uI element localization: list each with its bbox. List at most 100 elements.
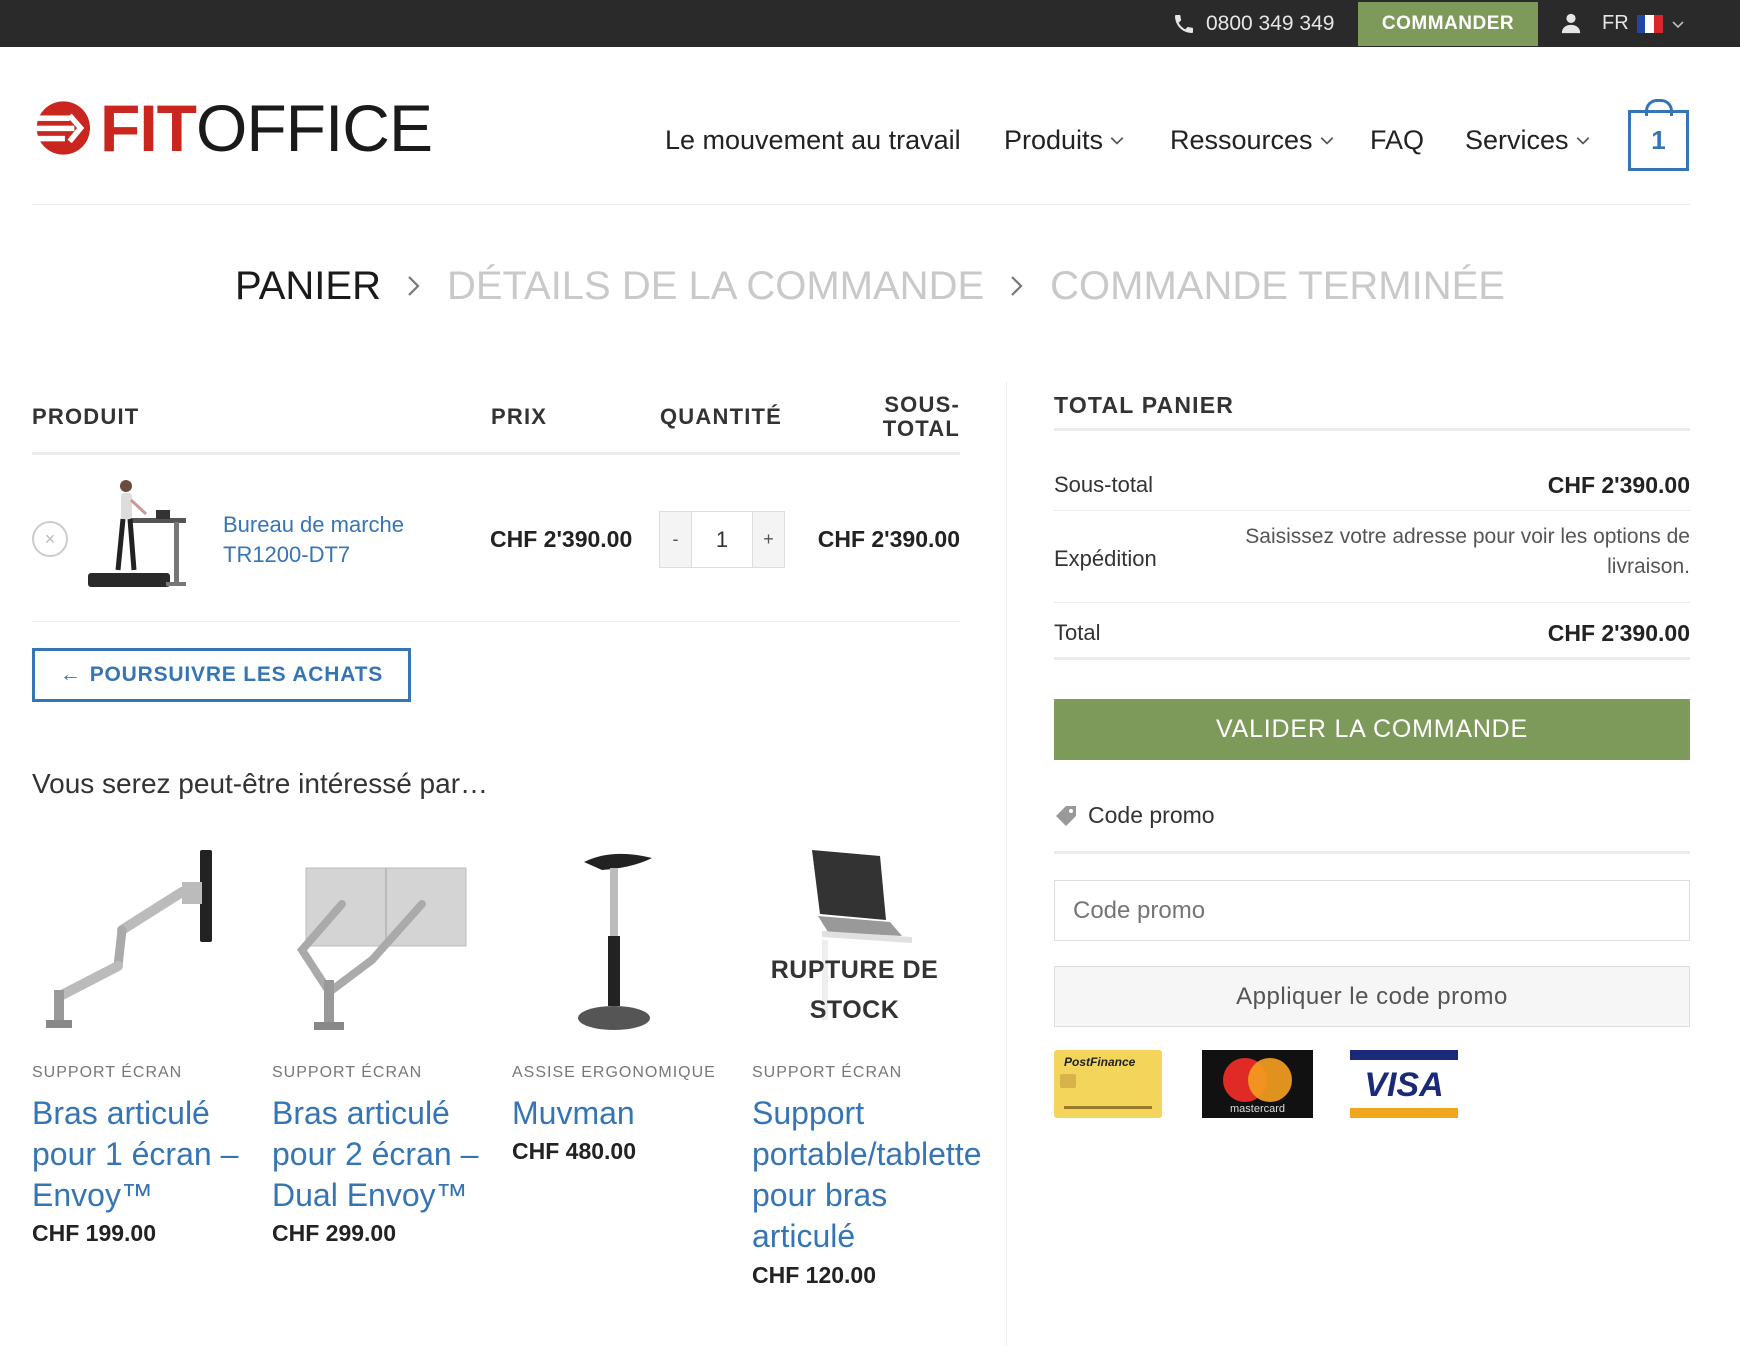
remove-icon: × xyxy=(44,528,56,549)
product-image-monitor-arm-single[interactable] xyxy=(32,840,232,1040)
phone-icon xyxy=(1175,14,1193,33)
chevron-down-icon xyxy=(1110,137,1124,145)
mastercard-label: mastercard xyxy=(1230,1103,1285,1115)
related-product-title-link[interactable]: Bras articulé pour 2 écran – Dual Envoy™ xyxy=(272,1093,478,1216)
col-header-subtotal: SOUS- TOTAL xyxy=(883,393,960,441)
nav-item-products[interactable]: Produits xyxy=(1004,118,1125,162)
chevron-down-icon xyxy=(1576,137,1589,145)
quantity-increase-button[interactable]: + xyxy=(753,512,784,567)
remove-item-button[interactable]: × xyxy=(32,521,68,557)
main-nav: Le mouvement au travail Produits Ressour… xyxy=(0,118,1740,162)
nav-item-label: Services xyxy=(1465,124,1569,155)
totals-row-divider xyxy=(1054,602,1690,603)
related-product-category: SUPPORT ÉCRAN xyxy=(272,1064,423,1081)
chevron-down-icon xyxy=(1320,137,1333,145)
france-flag-icon xyxy=(1636,14,1663,33)
order-button[interactable]: COMMANDER xyxy=(1358,2,1538,46)
language-switcher[interactable]: FR xyxy=(1602,0,1685,47)
product-image-monitor-arm-dual[interactable] xyxy=(272,840,472,1040)
related-product-price: CHF 299.00 xyxy=(272,1220,397,1246)
arrow-left-icon: ← xyxy=(59,663,82,686)
totals-header-divider xyxy=(1054,428,1690,431)
column-divider xyxy=(1006,382,1007,1346)
nav-item-services[interactable]: Services xyxy=(1465,118,1591,162)
promo-divider xyxy=(1054,851,1690,854)
mastercard-icon: mastercard xyxy=(1202,1050,1313,1118)
nav-item-resources[interactable]: Ressources xyxy=(1170,118,1335,162)
table-header-divider xyxy=(32,452,960,455)
quantity-stepper: - 1 + xyxy=(659,511,785,568)
product-thumbnail-walking-desk[interactable] xyxy=(88,478,188,593)
product-image-muvman-stool[interactable] xyxy=(512,840,712,1040)
nav-item-label: Ressources xyxy=(1170,124,1313,155)
cart-item-price: CHF 2'390.00 xyxy=(490,526,633,552)
related-product-title-line: Dual Envoy™ xyxy=(272,1177,468,1213)
related-product-title-line: articulé xyxy=(752,1218,856,1254)
related-product-category: ASSISE ERGONOMIQUE xyxy=(512,1064,716,1081)
phone-number: 0800 349 349 xyxy=(1206,11,1335,35)
col-header-subtotal-line1: SOUS- xyxy=(884,392,960,417)
promo-code-input[interactable] xyxy=(1054,880,1690,941)
related-product-title-line: pour 1 écran – xyxy=(32,1136,239,1172)
related-product-price: CHF 120.00 xyxy=(752,1262,877,1288)
visa-label: VISA xyxy=(1364,1066,1443,1104)
user-icon[interactable] xyxy=(1560,12,1582,34)
promo-code-heading: Code promo xyxy=(1054,802,1215,829)
totals-footer-divider xyxy=(1054,657,1690,660)
related-product-title-line: Support xyxy=(752,1095,865,1131)
out-of-stock-line1: RUPTURE DE xyxy=(770,956,939,984)
step-order-details[interactable]: DÉTAILS DE LA COMMANDE xyxy=(447,264,984,309)
chevron-right-icon xyxy=(1011,276,1023,296)
promo-code-heading-label: Code promo xyxy=(1088,802,1215,828)
step-cart[interactable]: PANIER xyxy=(235,264,381,309)
related-product-title-line: pour 2 écran – xyxy=(272,1136,479,1172)
col-header-price: PRIX xyxy=(491,404,548,429)
cart-item-name-link[interactable]: Bureau de marche TR1200-DT7 xyxy=(223,510,443,570)
related-product-title-line: Muvman xyxy=(512,1095,635,1131)
col-header-product: PRODUIT xyxy=(32,404,140,429)
related-product-3 xyxy=(512,840,732,1045)
phone-link[interactable]: 0800 349 349 xyxy=(1172,0,1334,47)
quantity-input[interactable]: 1 xyxy=(691,512,753,567)
related-product-1 xyxy=(32,840,252,1045)
cart-button[interactable]: 1 xyxy=(1628,110,1689,171)
checkout-steps: PANIER DÉTAILS DE LA COMMANDE COMMANDE T… xyxy=(0,258,1740,314)
cart-count: 1 xyxy=(1651,125,1666,155)
related-product-title-line: Bras articulé xyxy=(32,1095,210,1131)
continue-shopping-label: POURSUIVRE LES ACHATS xyxy=(89,663,384,686)
continue-shopping-button[interactable]: ← POURSUIVRE LES ACHATS xyxy=(32,648,411,702)
totals-row-divider xyxy=(1054,510,1690,511)
related-product-title-link[interactable]: Bras articulé pour 1 écran – Envoy™ xyxy=(32,1093,238,1216)
nav-item-movement[interactable]: Le mouvement au travail xyxy=(665,118,961,162)
total-label: Total xyxy=(1054,620,1101,645)
related-product-price: CHF 480.00 xyxy=(512,1138,637,1164)
cart-item-name-line1: Bureau de marche xyxy=(223,512,404,537)
out-of-stock-badge: RUPTURE DE STOCK xyxy=(762,950,947,1030)
chevron-down-icon xyxy=(1672,20,1684,28)
postfinance-label: PostFinance xyxy=(1064,1055,1136,1069)
related-product-title-line: pour bras xyxy=(752,1177,888,1213)
checkout-button[interactable]: VALIDER LA COMMANDE xyxy=(1054,699,1690,760)
related-product-category: SUPPORT ÉCRAN xyxy=(752,1064,903,1081)
related-product-title-link[interactable]: Support portable/tablette pour bras articul… xyxy=(752,1093,982,1257)
nav-item-faq[interactable]: FAQ xyxy=(1370,118,1424,162)
out-of-stock-line2: STOCK xyxy=(809,996,900,1024)
cart-item-name-line2: TR1200-DT7 xyxy=(223,542,351,567)
table-row-divider xyxy=(32,621,960,622)
subtotal-value: CHF 2'390.00 xyxy=(1547,472,1690,498)
related-product-price: CHF 199.00 xyxy=(32,1220,157,1246)
visa-card-icon: VISA xyxy=(1350,1050,1458,1118)
related-heading: Vous serez peut-être intéressé par… xyxy=(32,768,489,799)
related-product-title-line: portable/tablette xyxy=(752,1136,982,1172)
step-order-complete: COMMANDE TERMINÉE xyxy=(1050,263,1505,308)
nav-item-label: FAQ xyxy=(1370,124,1425,155)
shipping-note: Saisissez votre adresse pour voir les op… xyxy=(1245,525,1690,578)
cart-totals-title: TOTAL PANIER xyxy=(1054,392,1235,418)
quantity-decrease-button[interactable]: - xyxy=(660,512,691,567)
related-product-title-line: Envoy™ xyxy=(32,1177,153,1213)
postfinance-card-icon: PostFinance xyxy=(1054,1050,1162,1118)
related-product-title-link[interactable]: Muvman xyxy=(512,1093,635,1134)
shipping-label: Expédition xyxy=(1054,546,1157,571)
apply-promo-button[interactable]: Appliquer le code promo xyxy=(1054,966,1690,1027)
related-product-category: SUPPORT ÉCRAN xyxy=(32,1064,183,1081)
